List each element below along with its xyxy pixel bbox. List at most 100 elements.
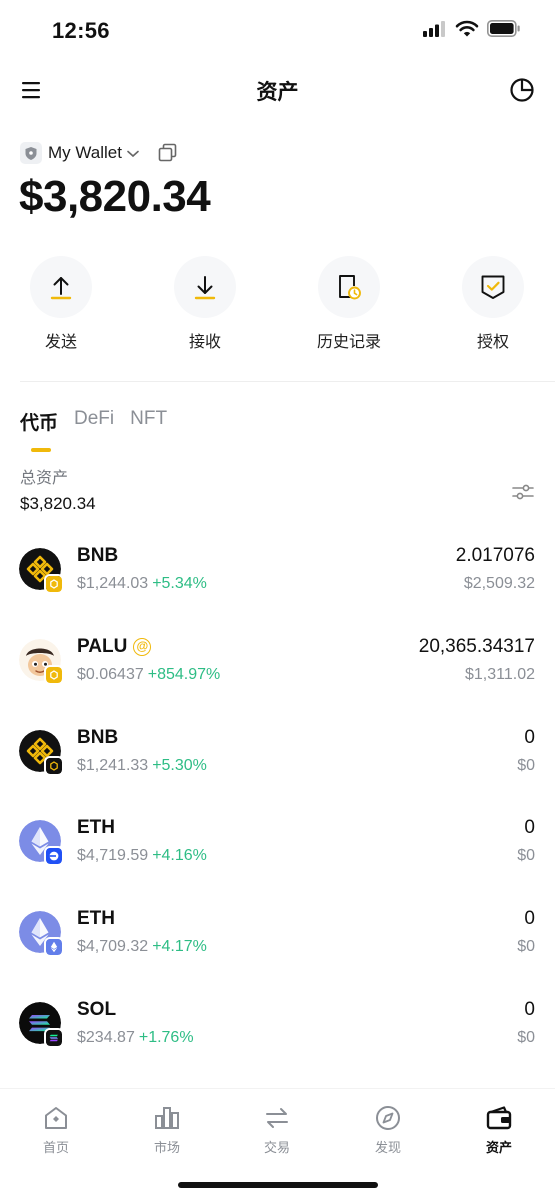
total-assets-value: $3,820.34: [20, 494, 96, 513]
token-change: +4.16%: [152, 847, 207, 865]
tab-market[interactable]: 市场: [127, 1103, 207, 1156]
token-price: $234.87: [77, 1028, 135, 1046]
token-amount: 0: [524, 726, 535, 748]
token-amount: 0: [524, 998, 535, 1020]
tab-assets[interactable]: 资产: [459, 1103, 539, 1156]
token-price: $4,719.59: [77, 847, 149, 865]
battery-icon: [487, 20, 520, 37]
wifi-icon: [455, 20, 479, 37]
token-change: +5.30%: [152, 756, 207, 774]
market-bars-icon: [155, 1107, 179, 1129]
send-label: 发送: [44, 334, 77, 351]
tab-nft[interactable]: NFT: [130, 408, 167, 435]
history-clock-icon: [339, 275, 361, 300]
filter-sliders-icon[interactable]: [511, 480, 535, 504]
cellular-signal-icon: [423, 20, 445, 37]
tab-defi[interactable]: DeFi: [74, 408, 114, 435]
token-row-bnb[interactable]: BNB $1,244.03 +5.34% 2.017076 $2,509.32: [0, 530, 555, 621]
token-fiat-value: $0: [517, 1028, 535, 1046]
compass-icon: [376, 1106, 400, 1130]
history-label: 历史记录: [316, 334, 381, 351]
token-fiat-value: $1,311.02: [465, 665, 535, 683]
section-divider: [20, 381, 555, 382]
token-price: $0.06437: [77, 665, 144, 683]
token-change: +1.76%: [138, 1028, 194, 1046]
tab-assets-label: 资产: [485, 1140, 512, 1155]
token-price: $1,244.03: [77, 575, 149, 592]
tab-discover-label: 发现: [374, 1140, 401, 1155]
token-price: $1,241.33: [77, 756, 149, 774]
tab-trade[interactable]: 交易: [237, 1103, 317, 1156]
solana-chain-badge-icon: [44, 1027, 64, 1048]
token-amount: 2.017076: [455, 545, 535, 566]
swap-arrows-icon: [266, 1108, 288, 1128]
receive-label: 接收: [188, 334, 221, 351]
wallet-selector[interactable]: My Wallet: [20, 140, 178, 166]
authorize-label: 授权: [476, 334, 509, 351]
authorize-button[interactable]: 授权: [448, 256, 538, 352]
token-price: $4,709.32: [77, 938, 149, 956]
tab-discover[interactable]: 发现: [348, 1103, 428, 1156]
token-list: BNB $1,244.03 +5.34% 2.017076 $2,509.32 P…: [0, 530, 555, 1075]
quick-actions: 发送 接收 历史记录 授权: [0, 256, 555, 366]
token-row-eth[interactable]: ETH $4,709.32 +4.17% 0 $0: [0, 893, 555, 984]
token-symbol-text: PALU: [77, 635, 128, 657]
chevron-down-icon: [127, 150, 139, 158]
tab-trade-label: 交易: [263, 1140, 290, 1155]
base-chain-badge-icon: [44, 846, 64, 867]
tab-tokens[interactable]: 代币: [20, 408, 58, 435]
receive-button[interactable]: 接收: [160, 256, 250, 352]
status-icons: [423, 20, 521, 37]
history-button[interactable]: 历史记录: [304, 256, 394, 352]
token-fiat-value: $0: [517, 938, 535, 956]
pie-chart-icon[interactable]: [509, 77, 535, 103]
authorize-check-icon: [481, 275, 505, 299]
token-amount: 20,365.34317: [418, 635, 535, 657]
token-row-palu[interactable]: PALU @ $0.06437 +854.97% 20,365.34317 $1,3…: [0, 621, 555, 712]
status-bar: 12:56: [0, 0, 555, 62]
tab-market-label: 市场: [153, 1140, 180, 1155]
token-price-line: $0.06437 +854.97%: [77, 666, 220, 684]
tab-home[interactable]: 首页: [16, 1103, 96, 1156]
bnb-chain-badge-icon: [44, 664, 64, 685]
meme-tag-badge: @: [133, 637, 152, 656]
opbnb-chain-badge-icon: [44, 755, 64, 776]
token-price-line: $234.87 +1.76%: [77, 1029, 194, 1047]
total-balance: $3,820.34: [19, 172, 211, 221]
token-symbol: SOL: [77, 998, 117, 1020]
token-change: +854.97%: [147, 665, 221, 683]
token-price-line: $4,719.59 +4.16%: [77, 847, 207, 865]
total-assets-label: 总资产: [20, 470, 69, 487]
wallet-name: My Wallet: [48, 143, 122, 162]
token-fiat-value: $2,509.32: [463, 575, 535, 592]
token-price-line: $1,241.33 +5.30%: [77, 757, 207, 775]
tab-home-label: 首页: [42, 1140, 69, 1155]
token-price-line: $4,709.32 +4.17%: [77, 938, 207, 956]
token-row-sol[interactable]: SOL $234.87 +1.76% 0 $0: [0, 984, 555, 1075]
token-symbol: ETH: [77, 817, 115, 839]
token-symbol: PALU @: [77, 635, 152, 658]
token-amount: 0: [524, 817, 535, 839]
token-row-eth-base[interactable]: ETH $4,719.59 +4.16% 0 $0: [0, 802, 555, 893]
status-time: 12:56: [52, 18, 110, 43]
token-symbol: BNB: [77, 726, 119, 748]
home-icon: [45, 1107, 67, 1129]
token-change: +4.17%: [152, 938, 207, 956]
token-symbol: ETH: [77, 908, 115, 930]
token-fiat-value: $0: [517, 756, 535, 774]
asset-tabs: 代币 DeFi NFT: [20, 408, 183, 452]
active-tab-indicator: [31, 448, 51, 452]
copy-icon[interactable]: [158, 143, 178, 163]
token-symbol: BNB: [77, 545, 119, 566]
token-change: +5.34%: [152, 575, 207, 592]
ethereum-chain-badge-icon: [44, 937, 64, 958]
download-arrow-icon: [194, 276, 216, 300]
page-title: 资产: [256, 81, 299, 104]
send-button[interactable]: 发送: [16, 256, 106, 352]
token-fiat-value: $0: [517, 847, 535, 865]
nav-bar: 资产: [0, 66, 555, 116]
upload-arrow-icon: [50, 277, 72, 300]
token-row-bnb-opbnb[interactable]: BNB $1,241.33 +5.30% 0 $0: [0, 712, 555, 803]
home-indicator: [178, 1182, 378, 1188]
bnb-chain-badge-icon: [44, 574, 64, 594]
